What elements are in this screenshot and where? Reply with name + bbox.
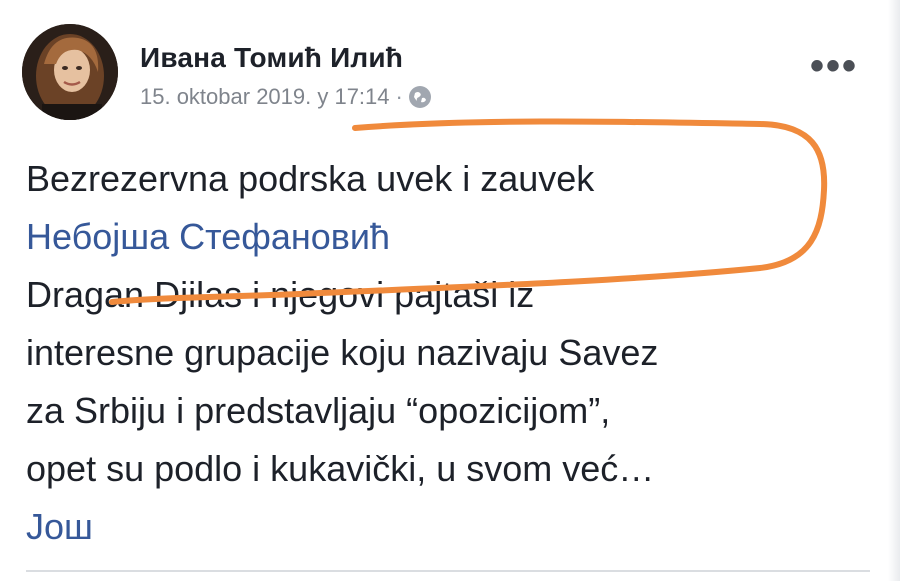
- globe-icon[interactable]: [408, 86, 431, 108]
- post-timestamp[interactable]: 15. oktobar 2019. у 17:14: [140, 84, 390, 110]
- post-text-line: interesne grupacije koju nazivaju Savez: [26, 332, 659, 373]
- post-text-line: Dragan Djilas i njegovi pajtaši iz: [26, 274, 535, 315]
- post-text-line: Bezrezervna podrska uvek i zauvek: [26, 158, 595, 199]
- see-more-link[interactable]: Још: [26, 506, 93, 547]
- avatar-photo: [22, 24, 118, 120]
- window-edge: [888, 0, 900, 581]
- author-name[interactable]: Ивана Томић Илић: [140, 42, 403, 74]
- post-text-line: opet su podlo i kukavički, u svom već…: [26, 448, 655, 489]
- facebook-post: Ивана Томић Илић 15. oktobar 2019. у 17:…: [0, 0, 900, 581]
- post-text-line: za Srbiju i predstavljaju “opozicijom”,: [26, 390, 611, 431]
- post-meta: 15. oktobar 2019. у 17:14 ·: [140, 84, 431, 110]
- meta-separator: ·: [395, 84, 403, 109]
- post-divider: [26, 570, 870, 572]
- post-body: Bezrezervna podrska uvek i zauvek Небојш…: [26, 150, 866, 556]
- more-options-button[interactable]: •••: [810, 46, 858, 86]
- author-avatar[interactable]: [22, 24, 118, 120]
- mention-link[interactable]: Небојша Стефановић: [26, 216, 390, 257]
